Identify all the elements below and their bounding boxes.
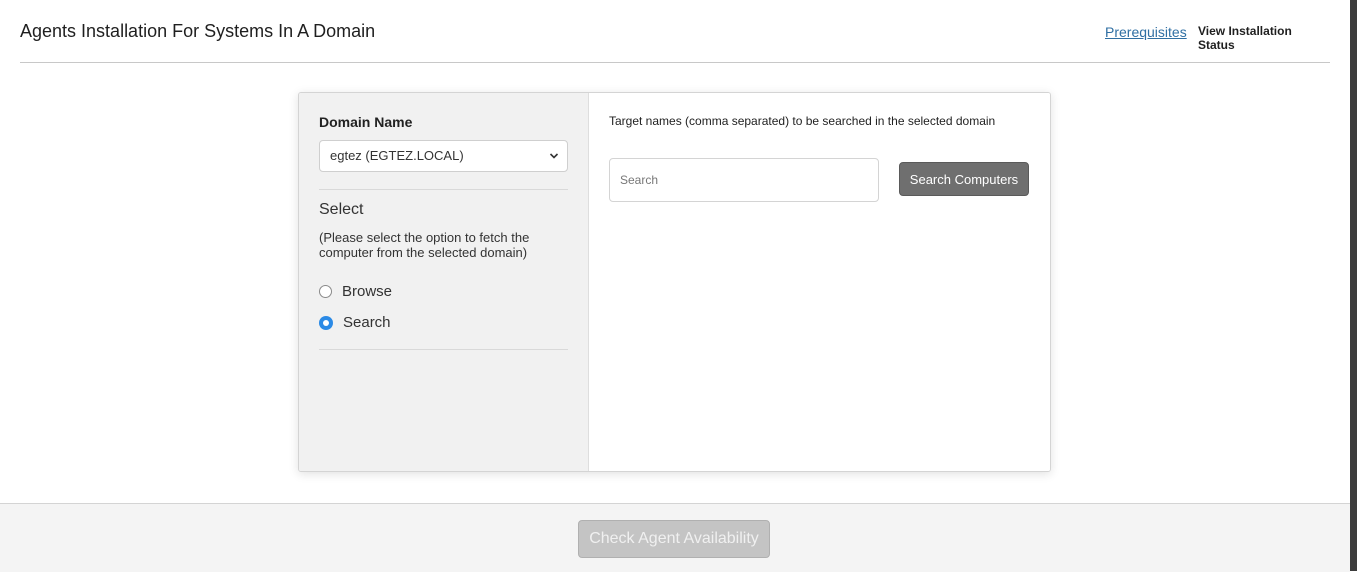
search-pane: Target names (comma separated) to be sea…: [589, 93, 1050, 471]
page-header: Agents Installation For Systems In A Dom…: [20, 0, 1330, 63]
divider: [319, 189, 568, 190]
browse-radio[interactable]: [319, 285, 332, 298]
prerequisites-link[interactable]: Prerequisites: [1105, 24, 1187, 40]
target-names-label: Target names (comma separated) to be sea…: [609, 114, 996, 128]
target-search-input[interactable]: [609, 158, 879, 202]
search-radio-option[interactable]: Search: [319, 314, 391, 331]
search-radio[interactable]: [319, 315, 333, 330]
search-radio-label: Search: [343, 314, 391, 331]
chevron-down-icon: [549, 141, 559, 184]
check-agent-availability-button[interactable]: Check Agent Availability: [578, 520, 770, 558]
page-title: Agents Installation For Systems In A Dom…: [20, 21, 376, 41]
browse-radio-label: Browse: [342, 283, 393, 300]
domain-selection-pane: Domain Name egtez (EGTEZ.LOCAL) Select (…: [299, 93, 589, 471]
domain-select-value: egtez (EGTEZ.LOCAL): [330, 148, 464, 163]
installation-card: Domain Name egtez (EGTEZ.LOCAL) Select (…: [298, 92, 1051, 472]
domain-select[interactable]: egtez (EGTEZ.LOCAL): [319, 140, 568, 172]
select-heading: Select: [319, 201, 364, 218]
view-installation-status-link[interactable]: View Installation Status: [1198, 24, 1330, 52]
divider: [319, 349, 568, 350]
vertical-scrollbar[interactable]: [1350, 0, 1357, 571]
domain-name-label: Domain Name: [319, 114, 413, 130]
browse-radio-option[interactable]: Browse: [319, 283, 392, 300]
select-help-text: (Please select the option to fetch the c…: [319, 230, 530, 260]
search-computers-button[interactable]: Search Computers: [899, 162, 1029, 196]
footer-bar: Check Agent Availability: [0, 503, 1350, 572]
